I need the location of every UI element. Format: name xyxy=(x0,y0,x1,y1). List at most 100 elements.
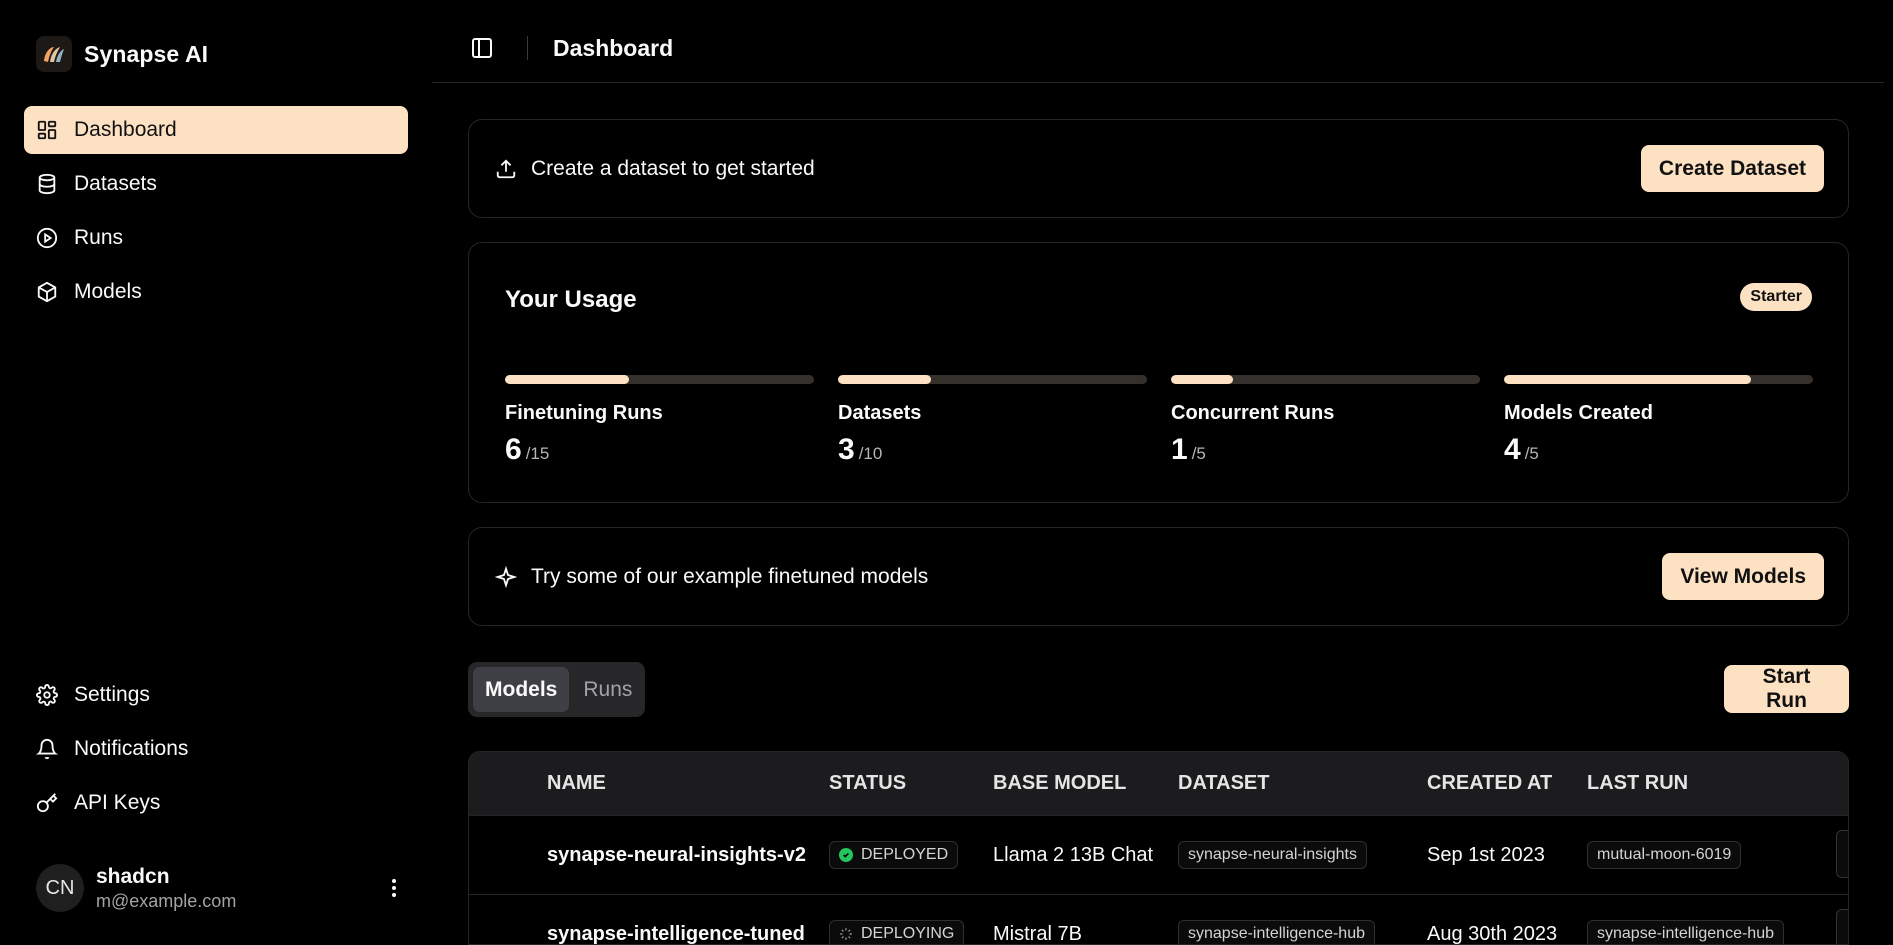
sparkle-icon xyxy=(495,565,517,588)
usage-item-datasets: Datasets 3/10 xyxy=(838,375,1147,467)
usage-item-concurrent-runs: Concurrent Runs 1/5 xyxy=(1171,375,1480,467)
check-circle-icon xyxy=(839,848,853,862)
usage-max: /5 xyxy=(1191,444,1206,463)
more-vertical-icon[interactable] xyxy=(380,874,408,902)
usage-count: 4 xyxy=(1504,433,1521,466)
key-icon xyxy=(36,793,58,813)
brand[interactable]: Synapse AI xyxy=(36,36,208,72)
usage-label: Concurrent Runs xyxy=(1171,402,1335,424)
loader-icon xyxy=(840,928,852,940)
usage-progress-bar xyxy=(1171,375,1480,384)
play-circle-icon xyxy=(36,227,58,249)
user-name: shadcn xyxy=(96,864,170,888)
usage-item-finetuning-runs: Finetuning Runs 6/15 xyxy=(505,375,814,467)
usage-count: 3 xyxy=(838,433,855,466)
create-dataset-text: Create a dataset to get started xyxy=(531,156,815,180)
usage-progress-fill xyxy=(1171,375,1233,384)
start-run-button[interactable]: Start Run xyxy=(1724,665,1849,713)
header-divider xyxy=(527,36,528,60)
column-header-status[interactable]: STATUS xyxy=(829,772,993,795)
models-table: NAME STATUS BASE MODEL DATASET CREATED A… xyxy=(468,751,1849,945)
status-cell: DEPLOYED xyxy=(829,841,993,869)
table-header: NAME STATUS BASE MODEL DATASET CREATED A… xyxy=(469,752,1848,815)
dataset-badge[interactable]: synapse-neural-insights xyxy=(1178,841,1367,869)
column-header-base-model[interactable]: BASE MODEL xyxy=(993,772,1178,795)
table-row[interactable]: synapse-neural-insights-v2 DEPLOYED Llam… xyxy=(469,815,1848,894)
nav-item-api-keys[interactable]: API Keys xyxy=(24,779,408,827)
dataset-cell: synapse-neural-insights xyxy=(1178,841,1427,869)
usage-label: Datasets xyxy=(838,402,922,424)
base-model: Mistral 7B xyxy=(993,922,1082,945)
dataset-cell: synapse-intelligence-hub xyxy=(1178,920,1427,944)
brand-name: Synapse AI xyxy=(84,40,209,67)
model-name[interactable]: synapse-neural-insights-v2 xyxy=(547,844,829,867)
box-icon xyxy=(37,281,57,303)
usage-title: Your Usage xyxy=(505,286,637,313)
usage-value: 3/10 xyxy=(838,433,1147,467)
model-name[interactable]: synapse-intelligence-tuned xyxy=(547,923,829,945)
status-cell: DEPLOYING xyxy=(829,920,993,944)
created-at: Sep 1st 2023 xyxy=(1427,843,1545,866)
usage-progress-bar xyxy=(838,375,1147,384)
last-run-badge[interactable]: synapse-intelligence-hub xyxy=(1587,920,1784,944)
avatar: CN xyxy=(36,864,84,912)
column-header-name[interactable]: NAME xyxy=(547,772,829,795)
usage-max: /15 xyxy=(525,444,550,463)
usage-progress-bar xyxy=(1504,375,1813,384)
main-nav: Dashboard Datasets Runs Models xyxy=(24,106,408,322)
user-info: shadcn m@example.com xyxy=(96,865,236,912)
usage-progress-fill xyxy=(838,375,931,384)
example-models-text: Try some of our example finetuned models xyxy=(531,564,929,588)
table-row[interactable]: synapse-intelligence-tuned DEPLOYING Mis… xyxy=(469,894,1848,945)
create-dataset-card: Create a dataset to get started Create D… xyxy=(468,119,1849,218)
tab-runs[interactable]: Runs xyxy=(571,667,644,712)
usage-card: Your Usage Starter Finetuning Runs 6/15 … xyxy=(468,242,1849,503)
brand-logo-icon xyxy=(36,36,72,72)
usage-value: 1/5 xyxy=(1171,433,1480,467)
database-icon xyxy=(38,173,56,195)
last-run-cell: mutual-moon-6019 xyxy=(1587,841,1807,869)
nav-item-datasets[interactable]: Datasets xyxy=(24,160,408,208)
dashboard-icon xyxy=(37,120,57,140)
tab-models[interactable]: Models xyxy=(473,667,570,712)
nav-label-datasets: Datasets xyxy=(74,172,157,195)
upload-icon xyxy=(496,158,516,178)
view-models-button[interactable]: View Models xyxy=(1662,553,1824,600)
usage-max: /10 xyxy=(858,444,883,463)
user-profile[interactable]: CN shadcn m@example.com xyxy=(36,862,408,914)
base-model: Llama 2 13B Chat xyxy=(993,843,1154,866)
nav-label-settings: Settings xyxy=(74,683,150,706)
status-badge: DEPLOYED xyxy=(829,841,959,869)
secondary-nav: Settings Notifications API Keys xyxy=(24,671,408,833)
usage-max: /5 xyxy=(1524,444,1539,463)
nav-label-models: Models xyxy=(74,280,142,303)
usage-item-models-created: Models Created 4/5 xyxy=(1504,375,1813,467)
sidebar-toggle-icon[interactable] xyxy=(470,36,494,60)
sidebar: Synapse AI Dashboard Datasets Runs Model… xyxy=(0,0,432,945)
row-action-button[interactable] xyxy=(1836,830,1848,878)
nav-label-runs: Runs xyxy=(74,226,124,249)
example-models-card: Try some of our example finetuned models… xyxy=(468,527,1849,626)
row-action-button[interactable] xyxy=(1836,909,1848,944)
nav-item-runs[interactable]: Runs xyxy=(24,214,408,262)
page-title: Dashboard xyxy=(553,35,674,61)
nav-item-notifications[interactable]: Notifications xyxy=(24,725,408,773)
nav-item-dashboard[interactable]: Dashboard xyxy=(24,106,408,154)
last-run-badge[interactable]: mutual-moon-6019 xyxy=(1587,841,1742,869)
dataset-badge[interactable]: synapse-intelligence-hub xyxy=(1178,920,1375,944)
nav-item-settings[interactable]: Settings xyxy=(24,671,408,719)
usage-progress-fill xyxy=(505,375,629,384)
last-run-cell: synapse-intelligence-hub xyxy=(1587,920,1807,944)
column-header-created-at[interactable]: CREATED AT xyxy=(1427,772,1587,795)
nav-label-api-keys: API Keys xyxy=(74,791,161,814)
nav-item-models[interactable]: Models xyxy=(24,268,408,316)
create-dataset-button[interactable]: Create Dataset xyxy=(1640,145,1824,192)
models-runs-tabs: Models Runs xyxy=(468,662,645,717)
usage-grid: Finetuning Runs 6/15 Datasets 3/10 Concu… xyxy=(505,375,1813,467)
column-header-dataset[interactable]: DATASET xyxy=(1178,772,1427,795)
user-email: m@example.com xyxy=(96,890,237,911)
column-header-last-run[interactable]: LAST RUN xyxy=(1587,772,1807,795)
usage-count: 6 xyxy=(505,433,522,466)
status-text: DEPLOYING xyxy=(861,925,955,942)
status-badge: DEPLOYING xyxy=(829,920,965,944)
